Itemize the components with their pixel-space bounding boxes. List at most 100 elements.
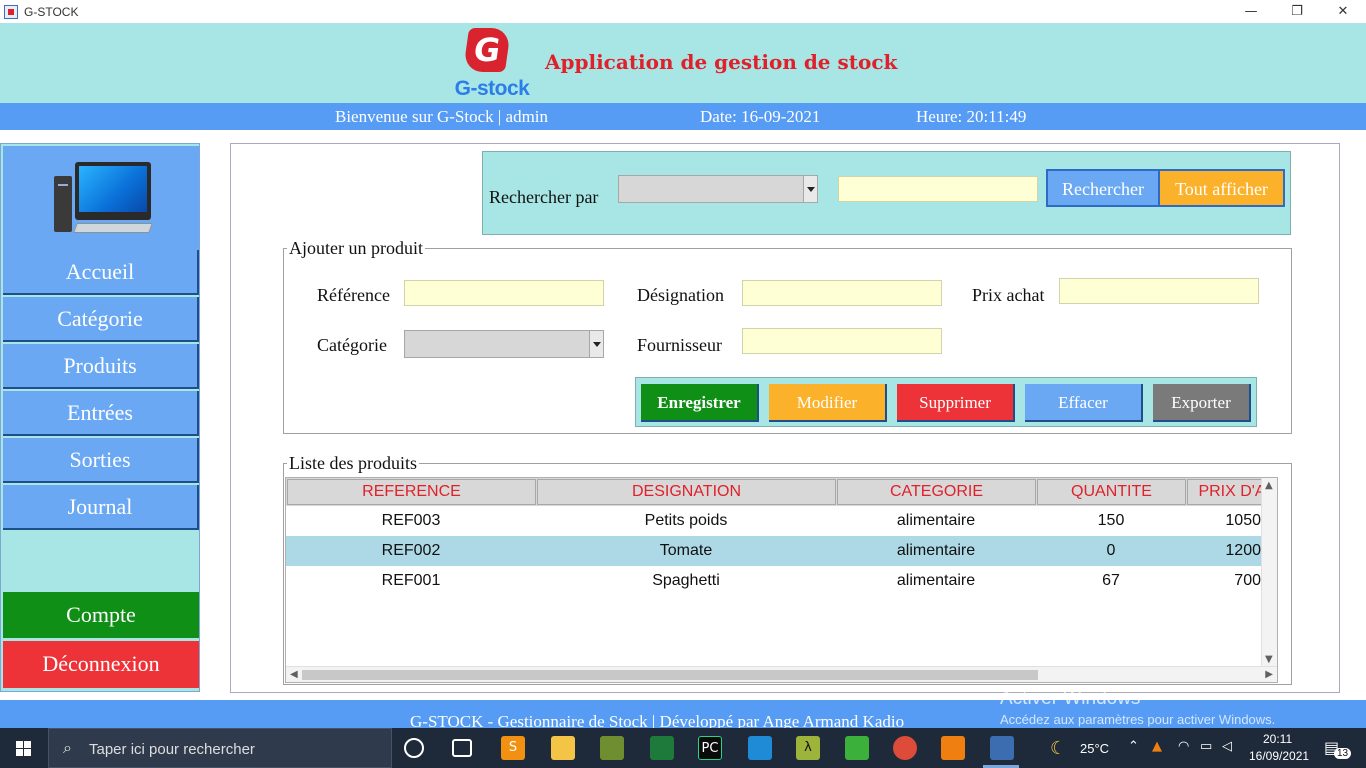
volume-icon[interactable]: ◁ (1222, 739, 1232, 754)
rechercher-button[interactable]: Rechercher (1046, 169, 1160, 207)
cell-quantite: 0 (1106, 542, 1116, 559)
logo-text: G-stock (454, 77, 530, 100)
supprimer-button[interactable]: Supprimer (897, 384, 1015, 422)
deconnexion-button[interactable]: Déconnexion (3, 641, 199, 688)
cell-designation: Spaghetti (652, 572, 720, 589)
maximize-button[interactable]: ❐ (1274, 0, 1320, 23)
clock-date[interactable]: 16/09/2021 (1249, 749, 1309, 763)
keyboard-icon (73, 223, 153, 233)
cell-prix: 1200 (1225, 542, 1261, 559)
vlc-icon[interactable] (941, 736, 965, 760)
horizontal-scroll-thumb[interactable] (302, 670, 1038, 680)
start-button[interactable] (0, 728, 48, 768)
app-title: Application de gestion de stock (545, 50, 898, 74)
sidebar-item-categorie[interactable]: Catégorie (3, 297, 199, 342)
main-panel: Rechercher par Rechercher Tout afficher … (230, 143, 1340, 693)
task-view-icon[interactable] (452, 739, 472, 757)
fournisseur-input[interactable] (742, 328, 942, 354)
minimize-button[interactable]: — (1228, 0, 1274, 23)
compte-button[interactable]: Compte (3, 592, 199, 638)
horizontal-scrollbar[interactable]: ◀ ▶ (286, 666, 1277, 682)
table-row[interactable]: REF003 Petits poids alimentaire 150 1050 (286, 506, 1274, 536)
vertical-scrollbar[interactable]: ▲ ▼ (1261, 478, 1277, 668)
search-input[interactable] (838, 176, 1038, 202)
table-row-selected[interactable]: REF002 Tomate alimentaire 0 1200 (286, 536, 1274, 566)
temperature-text[interactable]: 25°C (1080, 741, 1109, 756)
qt-icon[interactable] (845, 736, 869, 760)
sidebar: Accueil Catégorie Produits Entrées Sorti… (0, 143, 200, 692)
tray-expand-icon[interactable]: ⌃ (1128, 739, 1139, 754)
exporter-button[interactable]: Exporter (1153, 384, 1251, 422)
weather-moon-icon[interactable]: ☾ (1050, 738, 1066, 759)
prix-achat-input[interactable] (1059, 278, 1259, 304)
app-icon-1[interactable] (600, 736, 624, 760)
sidebar-item-produits[interactable]: Produits (3, 344, 199, 389)
effacer-button[interactable]: Effacer (1025, 384, 1143, 422)
close-button[interactable]: ✕ (1320, 0, 1366, 23)
column-header-reference[interactable]: REFERENCE (287, 479, 536, 505)
scroll-down-icon[interactable]: ▼ (1265, 654, 1273, 665)
cell-designation: Tomate (659, 542, 713, 559)
scroll-up-icon[interactable]: ▲ (1265, 480, 1273, 491)
notification-count-badge: 13 (1334, 748, 1352, 759)
computer-illustration (3, 146, 199, 250)
pycharm-icon[interactable]: PC (698, 736, 722, 760)
search-field-select[interactable] (618, 175, 818, 203)
cell-reference: REF001 (381, 572, 441, 589)
sidebar-item-journal[interactable]: Journal (3, 485, 199, 530)
column-header-designation[interactable]: DESIGNATION (537, 479, 836, 505)
sidebar-item-sorties[interactable]: Sorties (3, 438, 199, 483)
file-explorer-icon[interactable] (551, 736, 575, 760)
vlc-tray-icon[interactable]: ▲ (1152, 739, 1162, 754)
search-by-label: Rechercher par (489, 187, 599, 207)
add-product-legend: Ajouter un produit (289, 238, 423, 258)
categorie-label: Catégorie (317, 335, 387, 355)
wifi-icon[interactable]: ◠ (1178, 739, 1189, 754)
chrome-icon[interactable] (893, 736, 917, 760)
taskbar-search-placeholder: Taper ici pour rechercher (89, 741, 255, 758)
table-row[interactable]: REF001 Spaghetti alimentaire 67 700 (286, 566, 1274, 596)
designation-input[interactable] (742, 280, 942, 306)
chevron-down-icon[interactable] (589, 331, 603, 357)
cell-prix: 700 (1234, 572, 1261, 589)
window-controls: — ❐ ✕ (1228, 0, 1366, 23)
windows-activation-watermark: Activer Windows Accédez aux paramètres p… (1000, 688, 1275, 727)
scroll-right-icon[interactable]: ▶ (1265, 669, 1273, 680)
reference-label: Référence (317, 285, 390, 305)
cortana-icon[interactable] (404, 738, 424, 758)
app-icon-2[interactable] (650, 736, 674, 760)
column-header-categorie[interactable]: CATEGORIE (837, 479, 1036, 505)
scroll-left-icon[interactable]: ◀ (290, 669, 298, 680)
designation-label: Désignation (637, 285, 724, 305)
cell-prix: 1050 (1225, 512, 1261, 529)
vscode-icon[interactable] (748, 736, 772, 760)
info-bar: Bienvenue sur G-Stock | admin Date: 16-0… (0, 103, 1366, 130)
cell-categorie: alimentaire (896, 572, 976, 589)
modifier-button[interactable]: Modifier (769, 384, 887, 422)
window-titlebar: G-STOCK — ❐ ✕ (0, 0, 1366, 23)
monitor-icon (75, 162, 151, 220)
welcome-text: Bienvenue sur G-Stock | admin (335, 107, 549, 126)
taskbar-search[interactable]: ⌕ Taper ici pour rechercher (48, 728, 392, 768)
computer-tower-icon (54, 176, 72, 232)
fournisseur-label: Fournisseur (637, 335, 722, 355)
tout-afficher-button[interactable]: Tout afficher (1160, 169, 1285, 207)
enregistrer-button[interactable]: Enregistrer (641, 384, 759, 422)
prix-achat-label: Prix achat (972, 285, 1045, 305)
sidebar-item-accueil[interactable]: Accueil (3, 250, 199, 295)
column-header-quantite[interactable]: QUANTITE (1037, 479, 1186, 505)
footer-text: G-STOCK - Gestionnaire de Stock | Dévelo… (410, 712, 905, 728)
clock-time[interactable]: 20:11 (1263, 732, 1292, 746)
python-app-icon[interactable] (990, 736, 1014, 760)
logo-mark: G (462, 28, 512, 72)
sidebar-item-entrees[interactable]: Entrées (3, 391, 199, 436)
search-panel: Rechercher par Rechercher Tout afficher (482, 151, 1291, 235)
lambda-app-icon[interactable]: λ (796, 736, 820, 760)
reference-input[interactable] (404, 280, 604, 306)
products-table[interactable]: REFERENCE DESIGNATION CATEGORIE QUANTITE… (285, 477, 1278, 683)
chevron-down-icon[interactable] (803, 176, 817, 202)
battery-icon[interactable]: ▭ (1200, 739, 1212, 754)
categorie-select[interactable] (404, 330, 604, 358)
cell-categorie: alimentaire (896, 542, 976, 559)
sublime-text-icon[interactable]: S (501, 736, 525, 760)
